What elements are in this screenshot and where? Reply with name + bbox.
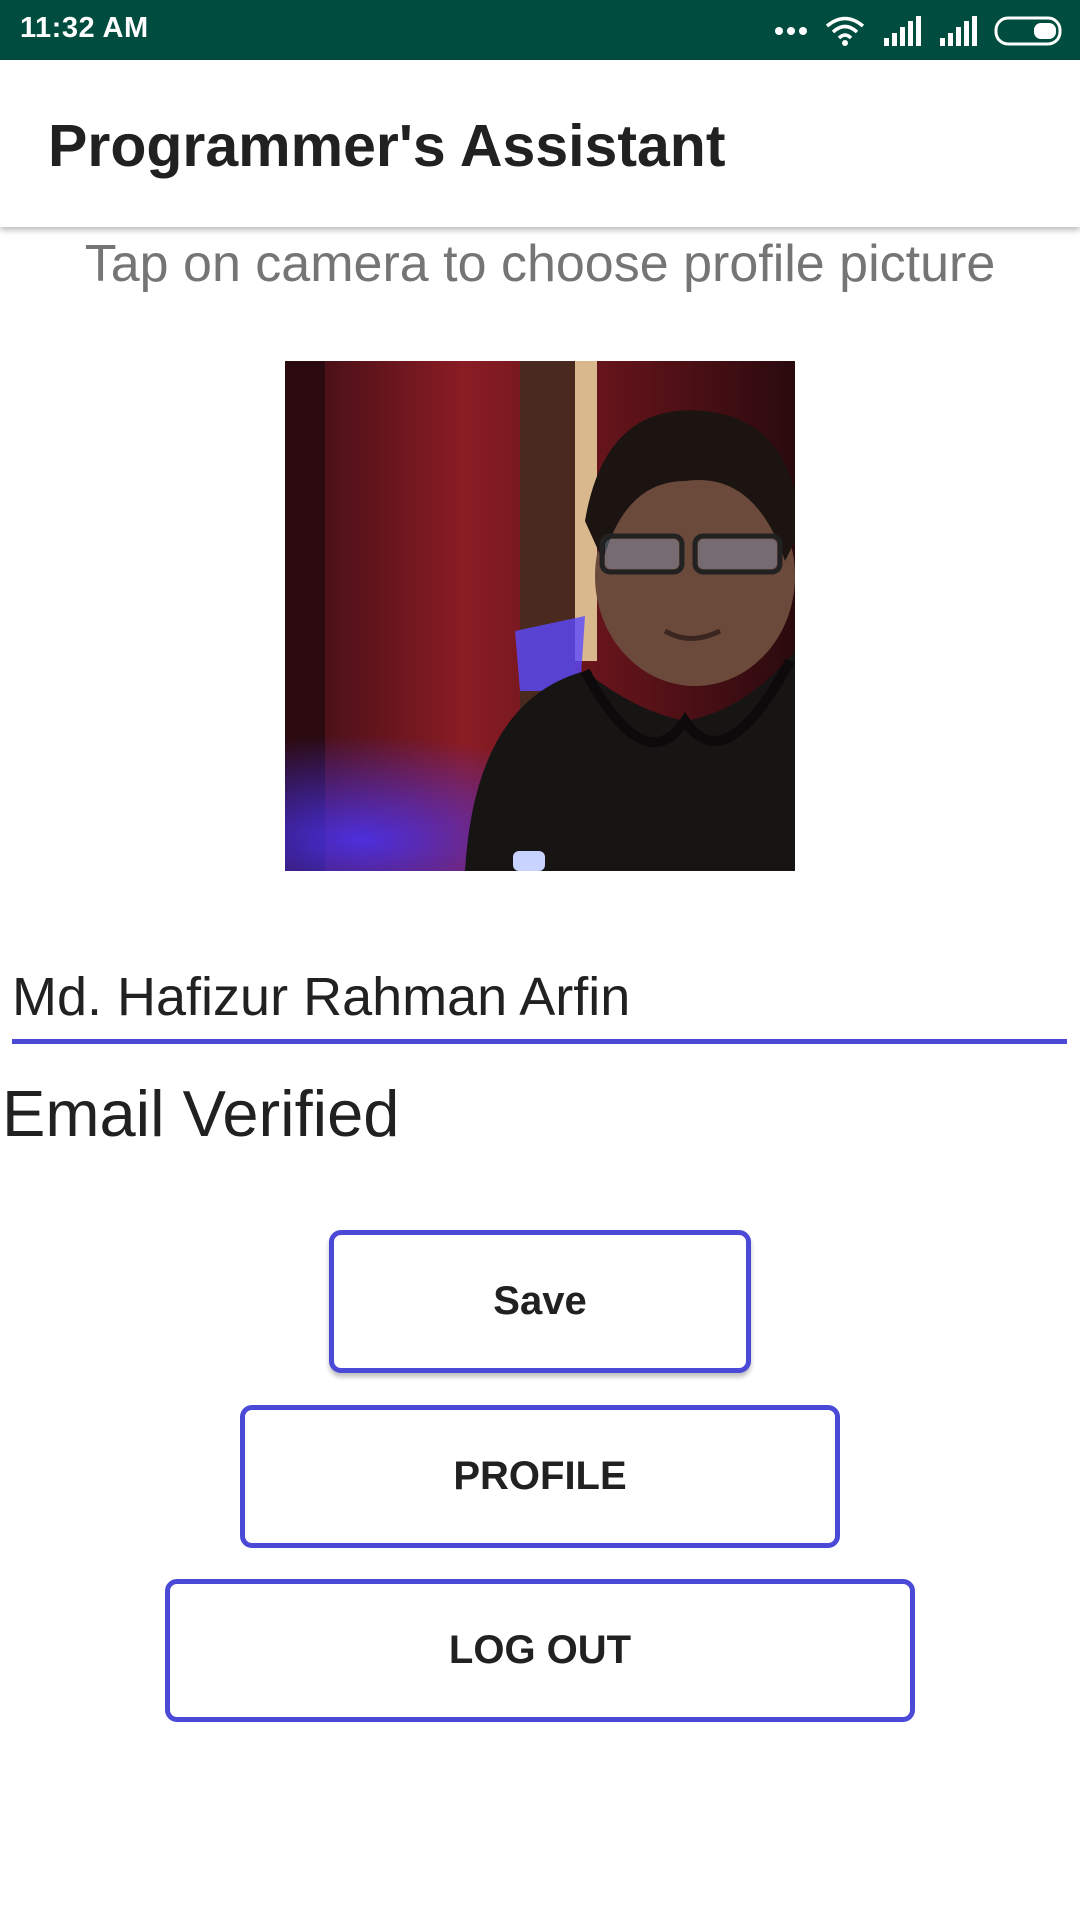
- wifi-icon: [825, 16, 865, 46]
- app-title: Programmer's Assistant: [48, 113, 726, 179]
- status-bar: 11:32 AM: [0, 0, 1080, 60]
- signal-icon: [884, 16, 921, 46]
- signal-icon: [940, 16, 977, 46]
- save-button[interactable]: Save: [329, 1230, 751, 1373]
- email-status: Email Verified: [2, 1077, 400, 1150]
- name-field[interactable]: [12, 960, 1067, 1044]
- profile-photo-image: [285, 361, 795, 871]
- profile-button[interactable]: PROFILE: [240, 1405, 840, 1548]
- status-icons: [774, 14, 1066, 48]
- app-bar: Programmer's Assistant: [0, 60, 1080, 227]
- more-dots-icon: [775, 27, 807, 35]
- logout-button[interactable]: LOG OUT: [165, 1579, 915, 1722]
- profile-picture-hint: Tap on camera to choose profile picture: [84, 235, 996, 293]
- profile-photo[interactable]: [285, 361, 795, 871]
- status-time: 11:32 AM: [20, 12, 149, 44]
- battery-icon: [994, 16, 1062, 46]
